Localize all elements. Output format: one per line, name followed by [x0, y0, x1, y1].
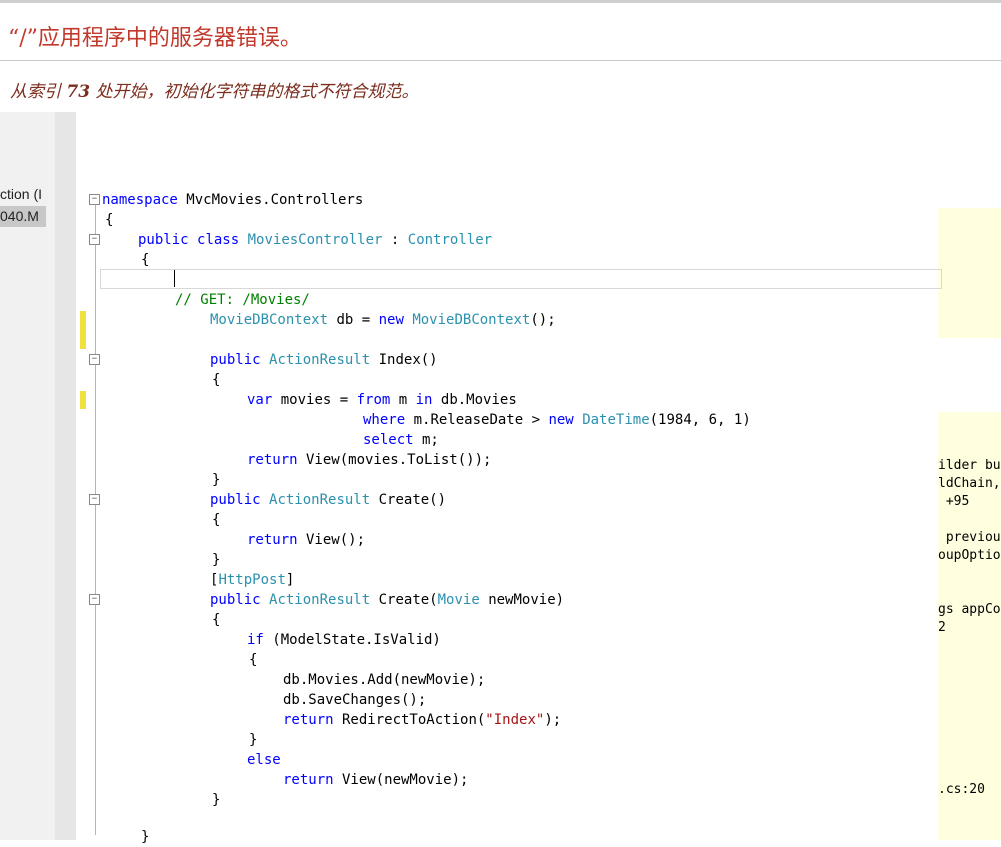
- current-line-highlight: [100, 269, 942, 289]
- code-line: MovieDBContext db = new MovieDBContext()…: [210, 312, 556, 328]
- code-line: if (ModelState.IsValid): [247, 632, 441, 648]
- code-line: {: [212, 612, 221, 628]
- code-line: public ActionResult Create(Movie newMovi…: [210, 592, 565, 608]
- error-index-value: 73: [66, 82, 91, 102]
- change-marker: [80, 311, 86, 349]
- left-panel-fragment: ction (I: [0, 186, 43, 202]
- stack-trace-line: gs appCo: [938, 602, 1001, 617]
- stack-trace-line: oupOptio: [938, 548, 1001, 563]
- stack-trace-panel-top: [938, 208, 1001, 338]
- code-line: var movies = from m in db.Movies: [247, 392, 517, 408]
- collapse-class-icon[interactable]: −: [89, 234, 100, 245]
- error-description-before: 从索引: [10, 82, 67, 102]
- top-border: [0, 0, 1001, 3]
- code-line: return View(movies.ToList());: [247, 452, 492, 468]
- collapse-create-method-icon[interactable]: −: [89, 494, 100, 505]
- stack-trace-line: ldChain,: [938, 476, 1001, 491]
- stack-trace-line: +95: [938, 494, 970, 509]
- change-marker: [80, 391, 86, 409]
- stack-trace-line: ilder bu: [938, 458, 1001, 473]
- code-line: public ActionResult Index(): [210, 352, 438, 368]
- error-description-after: 处开始，初始化字符串的格式不符合规范。: [90, 82, 419, 102]
- code-line: db.SaveChanges();: [283, 692, 427, 708]
- code-line: }: [212, 472, 221, 488]
- code-line: where m.ReleaseDate > new DateTime(1984,…: [363, 412, 751, 428]
- code-line: return RedirectToAction("Index");: [283, 712, 562, 728]
- text-caret: [174, 270, 175, 287]
- code-line: {: [212, 512, 221, 528]
- collapse-index-method-icon[interactable]: −: [89, 354, 100, 365]
- code-line: else: [247, 752, 281, 768]
- code-line: select m;: [363, 432, 439, 448]
- code-line: db.Movies.Add(newMovie);: [283, 672, 486, 688]
- stack-trace-line: .cs:20: [938, 782, 985, 797]
- code-line: {: [212, 372, 221, 388]
- error-page-title: “/”应用程序中的服务器错误。: [8, 26, 302, 51]
- title-divider: [0, 60, 1001, 61]
- collapse-create-post-method-icon[interactable]: −: [89, 594, 100, 605]
- code-line: {: [249, 652, 258, 668]
- code-line: }: [212, 792, 221, 808]
- stack-trace-line: previou: [938, 530, 1001, 545]
- code-line: return View(newMovie);: [283, 772, 469, 788]
- code-line: [HttpPost]: [210, 572, 295, 588]
- collapse-namespace-icon[interactable]: −: [89, 194, 100, 205]
- code-line: }: [141, 829, 150, 845]
- code-line: public class MoviesController : Controll…: [138, 232, 493, 248]
- code-line: }: [249, 732, 258, 748]
- code-line: }: [212, 552, 221, 568]
- code-line: return View();: [247, 532, 366, 548]
- outline-guide: [95, 205, 96, 835]
- stack-trace-line: 2: [938, 620, 946, 635]
- code-line: {: [141, 252, 150, 268]
- error-description: 从索引 73 处开始，初始化字符串的格式不符合规范。: [10, 77, 418, 102]
- code-line: namespace MvcMovies.Controllers: [102, 192, 364, 208]
- editor-left-gutter: [55, 112, 76, 840]
- left-panel-selected-item[interactable]: 040.M: [0, 206, 46, 227]
- code-line: {: [105, 212, 114, 228]
- code-line: // GET: /Movies/: [175, 292, 310, 308]
- code-line: public ActionResult Create(): [210, 492, 447, 508]
